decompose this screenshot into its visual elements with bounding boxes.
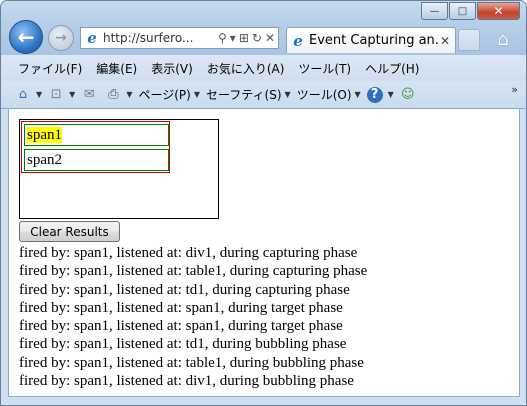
result-line: fired by: span1, listened at: div1, duri… [19,245,358,261]
menu-view[interactable]: 表示(V) [144,60,200,77]
result-line: fired by: span1, listened at: table1, du… [19,354,364,371]
help-command[interactable]: ? ▼ [366,86,394,103]
ie-tab-icon: e [293,31,303,50]
home-icon[interactable]: ⌂ [492,28,514,50]
td1-cell: span1 span2 [23,123,169,171]
result-line: fired by: span1, listened at: td1, durin… [19,336,347,353]
chevron-down-icon: ▼ [354,90,361,99]
new-tab-button[interactable] [458,29,480,51]
tab-title: Event Capturing an... [309,33,438,48]
result-line: fired by: span1, listened at: table1, du… [19,263,368,280]
page-content: span1 span2 Clear Results fired by: span… [8,109,520,397]
forward-arrow-icon: → [55,30,67,46]
messenger-command[interactable]: ☺ [400,87,418,103]
menu-help[interactable]: ヘルプ(H) [358,60,426,77]
tab-event-capturing[interactable]: e Event Capturing an... ✕ [286,27,456,53]
chevron-down-icon: ▼ [69,90,76,99]
span2-box[interactable]: span2 [24,149,169,171]
command-bar: ⌂ ▼ ⊡ ▼ ✉ ⎙ ▼ ページ(P) ▼ セーフティ(S) ▼ ツール(O)… [1,81,526,109]
menu-favorites[interactable]: お気に入り(A) [200,60,292,77]
table1-box: span1 span2 [21,121,170,173]
menu-tools[interactable]: ツール(T) [291,60,358,77]
forward-button[interactable]: → [48,25,74,51]
chevron-down-icon: ▼ [387,90,394,99]
more-commands-chevron[interactable]: » [511,83,518,96]
browser-window: — □ ✕ ← → e http://surfero... ⚲ ▾ ⊞ ↻ ✕ … [0,0,527,406]
tools-menu[interactable]: ツール(O) ▼ [297,86,361,103]
menu-bar: ファイル(F) 編集(E) 表示(V) お気に入り(A) ツール(T) ヘルプ(… [1,55,526,81]
tab-close-icon[interactable]: ✕ [438,34,452,48]
page-menu[interactable]: ページ(P) ▼ [138,86,200,103]
chevron-down-icon: ▼ [126,90,133,99]
mail-icon: ✉ [83,86,95,102]
close-window-button[interactable]: ✕ [477,2,520,20]
mail-command[interactable]: ✉ [81,87,99,103]
safety-menu[interactable]: セーフティ(S) ▼ [206,86,291,103]
clear-results-button[interactable]: Clear Results [19,221,120,242]
messenger-icon: ☺ [401,86,415,102]
printer-icon: ⎙ [108,86,119,102]
minimize-button[interactable]: — [421,2,448,20]
menu-file[interactable]: ファイル(F) [11,60,89,77]
address-bar[interactable]: e http://surfero... ⚲ ▾ ⊞ ↻ ✕ [80,27,279,49]
ie-page-icon: e [87,29,97,47]
chevron-down-icon: ▼ [284,90,291,99]
search-icon[interactable]: ⚲ [218,31,227,45]
div1-box: span1 span2 [19,119,219,219]
rss-feed-icon: ⊡ [50,86,62,102]
maximize-button[interactable]: □ [449,2,476,20]
address-tools: ⚲ ▾ ⊞ ↻ ✕ [218,31,278,45]
dropdown-icon[interactable]: ▾ [230,31,236,45]
menu-edit[interactable]: 編集(E) [89,60,144,77]
chevron-down-icon: ▼ [36,90,43,99]
result-line: fired by: span1, listened at: td1, durin… [19,281,350,298]
title-bar: — □ ✕ ← → e http://surfero... ⚲ ▾ ⊞ ↻ ✕ … [1,1,526,55]
chevron-down-icon: ▼ [193,90,200,99]
home-icon: ⌂ [18,86,28,102]
window-caption-buttons: — □ ✕ [421,2,520,20]
address-url[interactable]: http://surfero... [103,31,218,45]
result-line: fired by: span1, listened at: span1, dur… [19,318,343,335]
feeds-command[interactable]: ⊡ ▼ [48,86,76,103]
refresh-icon[interactable]: ↻ [252,31,262,45]
span1-label[interactable]: span1 [27,127,62,143]
compatibility-view-icon[interactable]: ⊞ [239,31,249,45]
tools-menu-label: ツール(O) [296,88,352,102]
span1-box[interactable]: span1 [24,124,169,146]
back-button[interactable]: ← [9,20,43,54]
page-menu-label: ページ(P) [138,88,191,102]
result-line: fired by: span1, listened at: div1, duri… [19,373,354,390]
home-command[interactable]: ⌂ ▼ [15,87,42,103]
span2-label[interactable]: span2 [27,152,62,168]
stop-icon[interactable]: ✕ [265,31,275,45]
print-command[interactable]: ⎙ ▼ [105,87,132,103]
safety-menu-label: セーフティ(S) [206,88,282,102]
results-log: fired by: span1, listened at: div1, duri… [19,244,514,390]
result-line: fired by: span1, listened at: span1, dur… [19,299,343,316]
back-arrow-icon: ← [17,25,35,49]
help-icon: ? [366,86,383,103]
